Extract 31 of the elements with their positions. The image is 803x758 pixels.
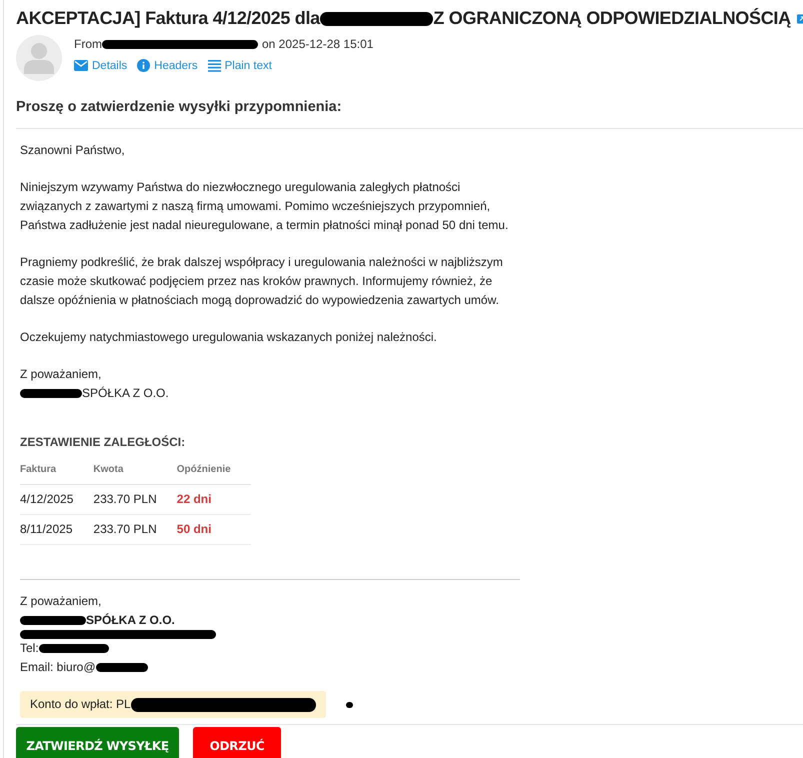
summary-title: ZESTAWIENIE ZALEGŁOŚCI: [20, 434, 186, 451]
body-paragraph: Pragniemy podkreślić, że brak dalszej współpracy i uregulowania należności w najbliższym czasie może skutkować podjęciem przez nas kroków prawnych. Informujemy również, że dalsze opóźnienia w płatnościach mogą doprowadzić do wypowiedzenia zawartych umów. [20, 254, 504, 309]
email-subject: AKCEPTACJA] Faktura 4/12/2025 dla [16, 8, 320, 29]
table-cell: 22 dni [176, 484, 251, 514]
closing: Z poważaniem, [20, 593, 102, 610]
greeting: Szanowni Państwo, [20, 142, 126, 159]
table-cell: 8/11/2025 [20, 514, 94, 544]
sent-date: on 2025-12-28 15:01 [262, 37, 374, 51]
email-label: Email: biuro@ [20, 659, 96, 676]
details-link[interactable]: Details [74, 59, 128, 72]
closing: Z poważaniem, [20, 366, 102, 383]
column-header: Faktura [20, 456, 94, 484]
phone-label: Tel: [20, 640, 39, 657]
account-label: Konto do wpłat: PL [30, 696, 131, 713]
plain-link[interactable]: Plain text [208, 59, 272, 72]
table-cell: 4/12/2025 [20, 484, 94, 514]
table-cell: 50 dni [176, 514, 251, 544]
body-paragraph: Niniejszym wzywamy Państwa do niezwłocznego uregulowania zaległych płatności związanych z zawartymi z naszą firmą umowami. Pomimo wcześniejszych przypomnień, Państwa zadłużenie jest nadal nieuregulowane, a termin płatności minął ponad 50 dni temu. [20, 179, 510, 234]
request-heading: Proszę o zatwierdzenie wysyłki przypomnienia: [16, 99, 803, 129]
table-cell: 233.70 PLN [93, 514, 177, 544]
reject-button[interactable]: ODRZUĆ [193, 727, 281, 758]
company-name: SPÓŁKA Z O.O. [86, 612, 175, 629]
headers-link[interactable]: Headers [137, 59, 198, 72]
company-name: SPÓŁKA Z O.O. [82, 385, 169, 402]
table-cell: 233.70 PLN [93, 484, 177, 514]
from-label: From [74, 37, 102, 51]
column-header: Opóźnienie [176, 456, 251, 484]
email-subject: Z OGRANICZONĄ ODPOWIEDZIALNOŚCIĄ [433, 8, 791, 29]
column-header: Kwota [93, 456, 177, 484]
body-paragraph: Oczekujemy natychmiastowego uregulowania wskazanych poniżej należności. [20, 329, 438, 346]
approve-button[interactable]: ZATWIERDŹ WYSYŁKĘ [16, 727, 179, 758]
